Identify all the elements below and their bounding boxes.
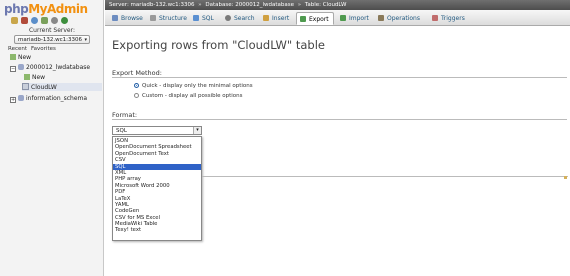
radio-custom[interactable] [134, 93, 139, 98]
divider [112, 77, 567, 78]
import-icon [340, 15, 346, 21]
new-icon [24, 74, 30, 80]
server-select[interactable]: mariadb-132.wc1:3306 ▾ [14, 35, 90, 44]
format-option-ods[interactable]: OpenDocument Spreadsheet [113, 144, 201, 150]
structure-icon [150, 15, 156, 21]
format-option-texy[interactable]: Texy! text [113, 227, 201, 233]
logout-icon[interactable] [21, 17, 28, 24]
breadcrumb-separator: » [198, 2, 202, 8]
tab-recent[interactable]: Recent [8, 46, 27, 52]
tab-search[interactable]: Search [222, 12, 255, 25]
settings-icon[interactable] [51, 17, 58, 24]
tab-export[interactable]: Export [296, 12, 334, 25]
help-icon[interactable] [31, 17, 38, 24]
search-icon [225, 15, 231, 21]
operations-icon [378, 15, 384, 21]
breadcrumb-table[interactable]: Table: CloudLW [305, 2, 347, 8]
expand-icon[interactable]: + [10, 97, 16, 103]
divider [202, 176, 568, 177]
sql-icon [193, 15, 199, 21]
recent-favorites-tabs: Recent Favorites [8, 46, 60, 52]
export-method-custom-option[interactable]: Custom - display all possible options [134, 93, 243, 99]
tree-item-table-cloudlw[interactable]: CloudLW [22, 83, 102, 91]
export-method-label: Export Method: [112, 69, 162, 77]
docs-icon[interactable] [41, 17, 48, 24]
tree-item-database[interactable]: −2000012_lwdatabase [10, 64, 90, 72]
database-icon [18, 64, 24, 70]
quick-icons [11, 17, 68, 26]
breadcrumb-separator: » [297, 2, 302, 8]
collapse-icon[interactable]: − [10, 66, 16, 72]
database-icon [18, 95, 24, 101]
tab-favorites[interactable]: Favorites [31, 46, 56, 52]
triggers-icon [432, 15, 438, 21]
console-marker-icon[interactable] [564, 176, 567, 179]
insert-icon [263, 15, 269, 21]
breadcrumb-server[interactable]: Server: mariadb-132.wc1:3306 [109, 2, 195, 8]
radio-quick[interactable] [134, 83, 139, 88]
current-server-label: Current Server: [28, 27, 76, 34]
breadcrumb-database[interactable]: Database: 2000012_lwdatabase [205, 2, 294, 8]
tree-item-information-schema[interactable]: + information_schema [10, 95, 87, 103]
breadcrumb: Server: mariadb-132.wc1:3306 » Database:… [105, 0, 570, 10]
tab-browse[interactable]: Browse [109, 12, 143, 25]
home-icon[interactable] [11, 17, 18, 24]
format-select[interactable]: SQL ▾ [112, 126, 202, 135]
tab-operations[interactable]: Operations [375, 12, 420, 25]
export-icon [300, 16, 306, 22]
page-title: Exporting rows from "CloudLW" table [112, 38, 325, 52]
reload-icon[interactable] [61, 17, 68, 24]
tab-insert[interactable]: Insert [260, 12, 289, 25]
tree-item-new-table[interactable]: New [24, 74, 45, 81]
tree-item-new[interactable]: New [10, 54, 31, 61]
new-icon [10, 54, 16, 60]
table-icon [22, 83, 29, 90]
chevron-down-icon: ▾ [84, 37, 87, 43]
tab-structure[interactable]: Structure [147, 12, 187, 25]
phpmyadmin-logo[interactable]: phpMyAdmin [4, 2, 88, 16]
tab-import[interactable]: Import [337, 12, 369, 25]
tab-sql[interactable]: SQL [190, 12, 214, 25]
tab-bar: Browse Structure SQL Search Insert Expor… [105, 10, 570, 26]
format-dropdown-list: JSON OpenDocument Spreadsheet OpenDocume… [112, 136, 202, 241]
divider [112, 119, 567, 120]
browse-icon [112, 15, 118, 21]
format-label: Format: [112, 111, 138, 119]
tab-triggers[interactable]: Triggers [429, 12, 465, 25]
export-method-quick-option[interactable]: Quick - display only the minimal options [134, 83, 253, 89]
chevron-down-icon: ▾ [193, 127, 201, 134]
